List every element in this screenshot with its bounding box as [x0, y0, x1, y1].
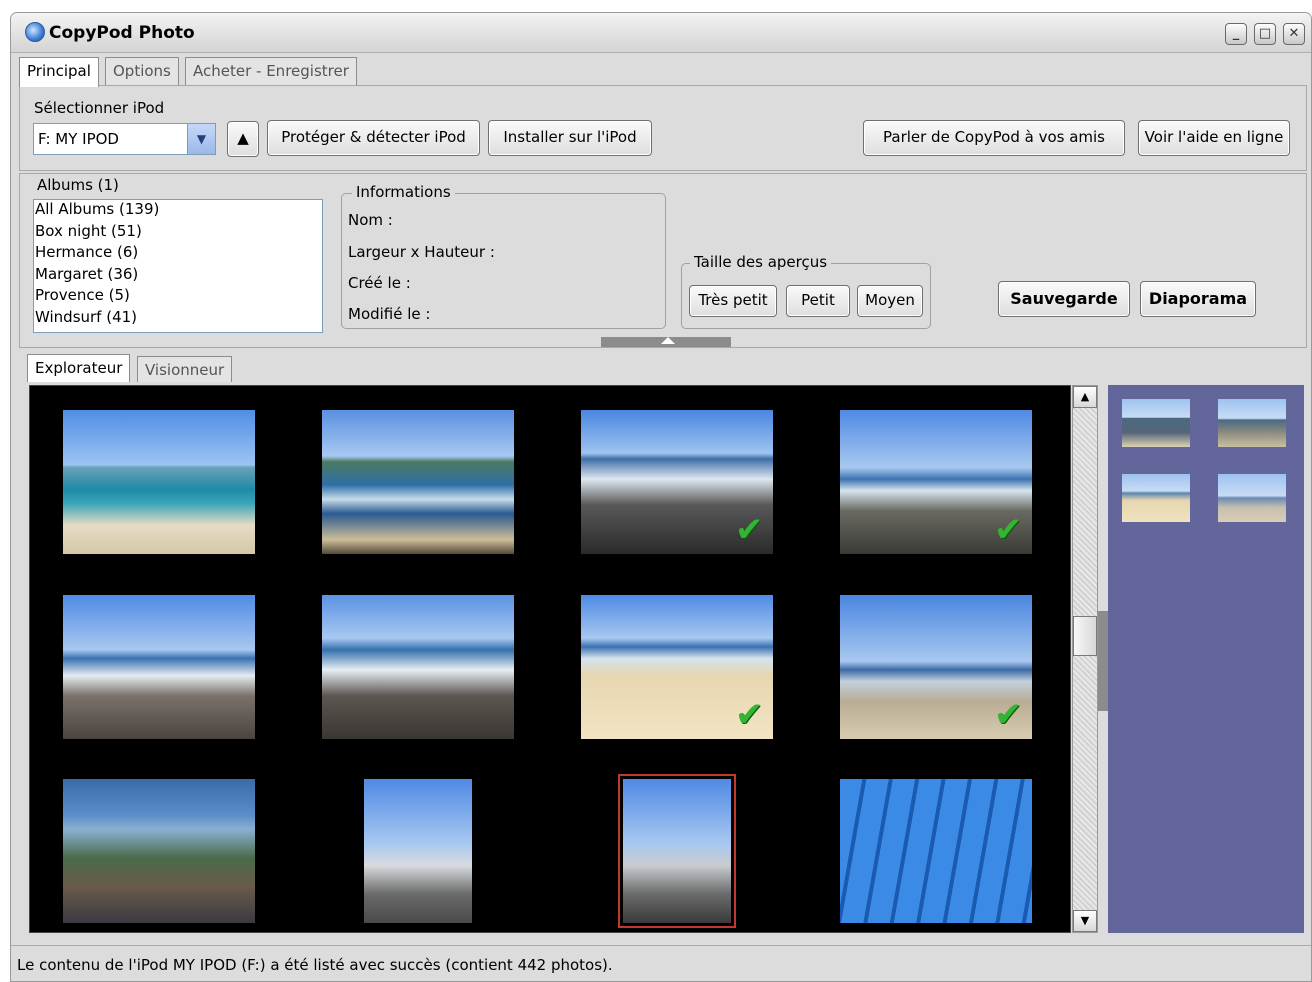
photo-thumbnail[interactable] [364, 779, 472, 923]
size-small-button[interactable]: Petit [786, 285, 850, 317]
protect-detect-ipod-button[interactable]: Protéger & détecter iPod [267, 120, 480, 156]
size-medium-button[interactable]: Moyen [857, 285, 923, 317]
selected-thumbnail[interactable] [1122, 474, 1190, 522]
tab-acheter-enregistrer[interactable]: Acheter - Enregistrer [185, 57, 357, 85]
scroll-up-icon[interactable]: ▲ [1073, 386, 1097, 408]
save-button[interactable]: Sauvegarde [998, 281, 1130, 317]
tab-explorateur[interactable]: Explorateur [27, 354, 131, 382]
selected-thumbnail[interactable] [1122, 399, 1190, 447]
albums-label: Albums (1) [37, 176, 119, 194]
checkmark-icon: ✔ [994, 510, 1023, 550]
photo-thumbnail[interactable] [63, 595, 255, 739]
vertical-scrollbar[interactable]: ▲ ▼ [1072, 385, 1098, 933]
preview-size-legend: Taille des aperçus [690, 253, 832, 271]
online-help-button[interactable]: Voir l'aide en ligne [1138, 120, 1290, 156]
ipod-select[interactable]: F: MY IPOD ▼ [33, 123, 216, 155]
album-item[interactable]: All Albums (139) [34, 200, 322, 222]
photo-grid[interactable]: ✔ ✔ ✔ ✔ [29, 385, 1071, 933]
app-window: CopyPod Photo _ □ ✕ Principal Options Ac… [10, 12, 1312, 982]
info-legend: Informations [352, 183, 455, 201]
album-item[interactable]: Margaret (36) [34, 265, 322, 287]
album-item[interactable]: Box night (51) [34, 222, 322, 244]
collapse-up-icon[interactable] [661, 337, 675, 344]
tab-options[interactable]: Options [105, 57, 179, 85]
info-name-label: Nom : [348, 211, 393, 229]
install-on-ipod-button[interactable]: Installer sur l'iPod [488, 120, 652, 156]
checkmark-icon: ✔ [735, 695, 764, 735]
size-very-small-button[interactable]: Très petit [689, 285, 777, 317]
scroll-thumb[interactable] [1073, 616, 1097, 656]
copypod-logo-icon [25, 22, 45, 42]
tab-principal[interactable]: Principal [19, 57, 99, 87]
tell-friends-button[interactable]: Parler de CopyPod à vos amis [863, 120, 1125, 156]
ipod-select-value: F: MY IPOD [38, 130, 119, 148]
selected-thumbnail[interactable] [1218, 399, 1286, 447]
status-text: Le contenu de l'iPod MY IPOD (F:) a été … [17, 956, 613, 974]
selected-thumbnail[interactable] [1218, 474, 1286, 522]
photo-thumbnail[interactable] [63, 779, 255, 923]
album-item[interactable]: Windsurf (41) [34, 308, 322, 330]
title-bar[interactable]: CopyPod Photo _ □ ✕ [11, 13, 1311, 53]
maximize-button[interactable]: □ [1254, 23, 1276, 45]
checkmark-icon: ✔ [735, 510, 764, 550]
info-modified-label: Modifié le : [348, 305, 431, 323]
minimize-button[interactable]: _ [1225, 23, 1247, 45]
tab-visionneur[interactable]: Visionneur [137, 356, 233, 382]
photo-thumbnail[interactable] [618, 774, 736, 928]
eject-button[interactable]: ▲ [227, 121, 259, 157]
chevron-down-icon[interactable]: ▼ [187, 124, 215, 154]
selection-panel[interactable] [1108, 385, 1304, 933]
checkmark-icon: ✔ [994, 695, 1023, 735]
album-item[interactable]: Provence (5) [34, 286, 322, 308]
photo-thumbnail[interactable] [840, 779, 1032, 923]
photo-thumbnail[interactable] [322, 595, 514, 739]
slideshow-button[interactable]: Diaporama [1140, 281, 1256, 317]
info-created-label: Créé le : [348, 274, 411, 292]
status-bar: Le contenu de l'iPod MY IPOD (F:) a été … [11, 945, 1311, 981]
photo-thumbnail[interactable] [322, 410, 514, 554]
info-dimensions-label: Largeur x Hauteur : [348, 243, 495, 261]
side-panel-splitter[interactable] [1098, 611, 1108, 711]
scroll-down-icon[interactable]: ▼ [1073, 910, 1097, 932]
eject-icon: ▲ [237, 129, 249, 147]
window-title: CopyPod Photo [49, 23, 195, 43]
albums-list[interactable]: All Albums (139) Box night (51) Hermance… [33, 199, 323, 333]
album-item[interactable]: Hermance (6) [34, 243, 322, 265]
select-ipod-label: Sélectionner iPod [34, 99, 165, 117]
close-button[interactable]: ✕ [1283, 23, 1305, 45]
photo-thumbnail[interactable] [63, 410, 255, 554]
